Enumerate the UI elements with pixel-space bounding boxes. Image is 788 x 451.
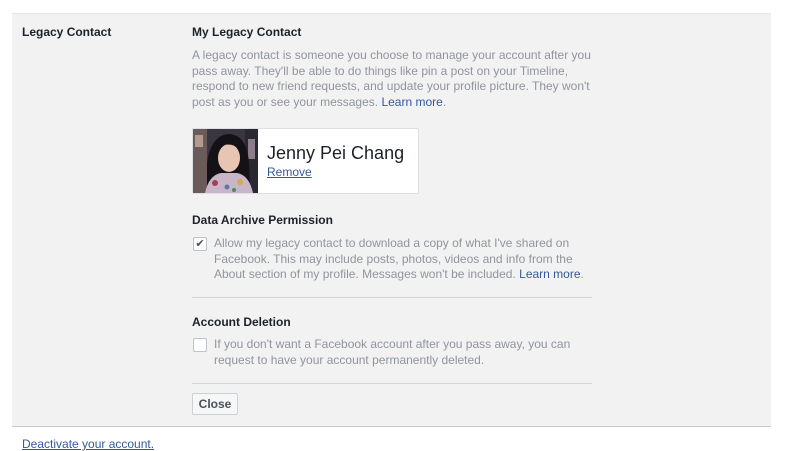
deactivate-account-link[interactable]: Deactivate your account. [22, 437, 154, 451]
account-deletion-heading: Account Deletion [192, 315, 291, 329]
legacy-contact-card: Jenny Pei Chang Remove [192, 128, 419, 194]
section-label: Legacy Contact [22, 25, 112, 39]
close-button[interactable]: Close [192, 393, 238, 415]
account-deletion-option: If you don't want a Facebook account aft… [192, 337, 592, 369]
account-deletion-text: If you don't want a Facebook account aft… [214, 337, 571, 367]
section-divider [192, 297, 592, 298]
avatar-photo [193, 129, 258, 193]
legacy-contact-content: My Legacy Contact A legacy contact is so… [192, 25, 592, 415]
top-strip [0, 0, 788, 14]
avatar[interactable] [193, 129, 258, 193]
data-archive-text: Allow my legacy contact to download a co… [214, 236, 584, 281]
legacy-contact-heading: My Legacy Contact [192, 25, 302, 39]
data-archive-option: ✔ Allow my legacy contact to download a … [192, 236, 592, 284]
legacy-learn-more-link[interactable]: Learn more [381, 95, 442, 109]
legacy-contact-description: A legacy contact is someone you choose t… [192, 48, 591, 109]
data-archive-heading: Data Archive Permission [192, 213, 333, 227]
checkmark-icon: ✔ [195, 238, 205, 250]
legacy-contact-panel: Legacy Contact My Legacy Contact A legac… [12, 14, 771, 427]
data-archive-checkbox[interactable]: ✔ [193, 237, 207, 251]
legacy-contact-name[interactable]: Jenny Pei Chang [267, 143, 404, 164]
data-archive-learn-more-link[interactable]: Learn more [519, 267, 580, 281]
section-divider [192, 383, 592, 384]
account-deletion-checkbox[interactable] [193, 338, 207, 352]
remove-legacy-contact-link[interactable]: Remove [267, 165, 312, 179]
